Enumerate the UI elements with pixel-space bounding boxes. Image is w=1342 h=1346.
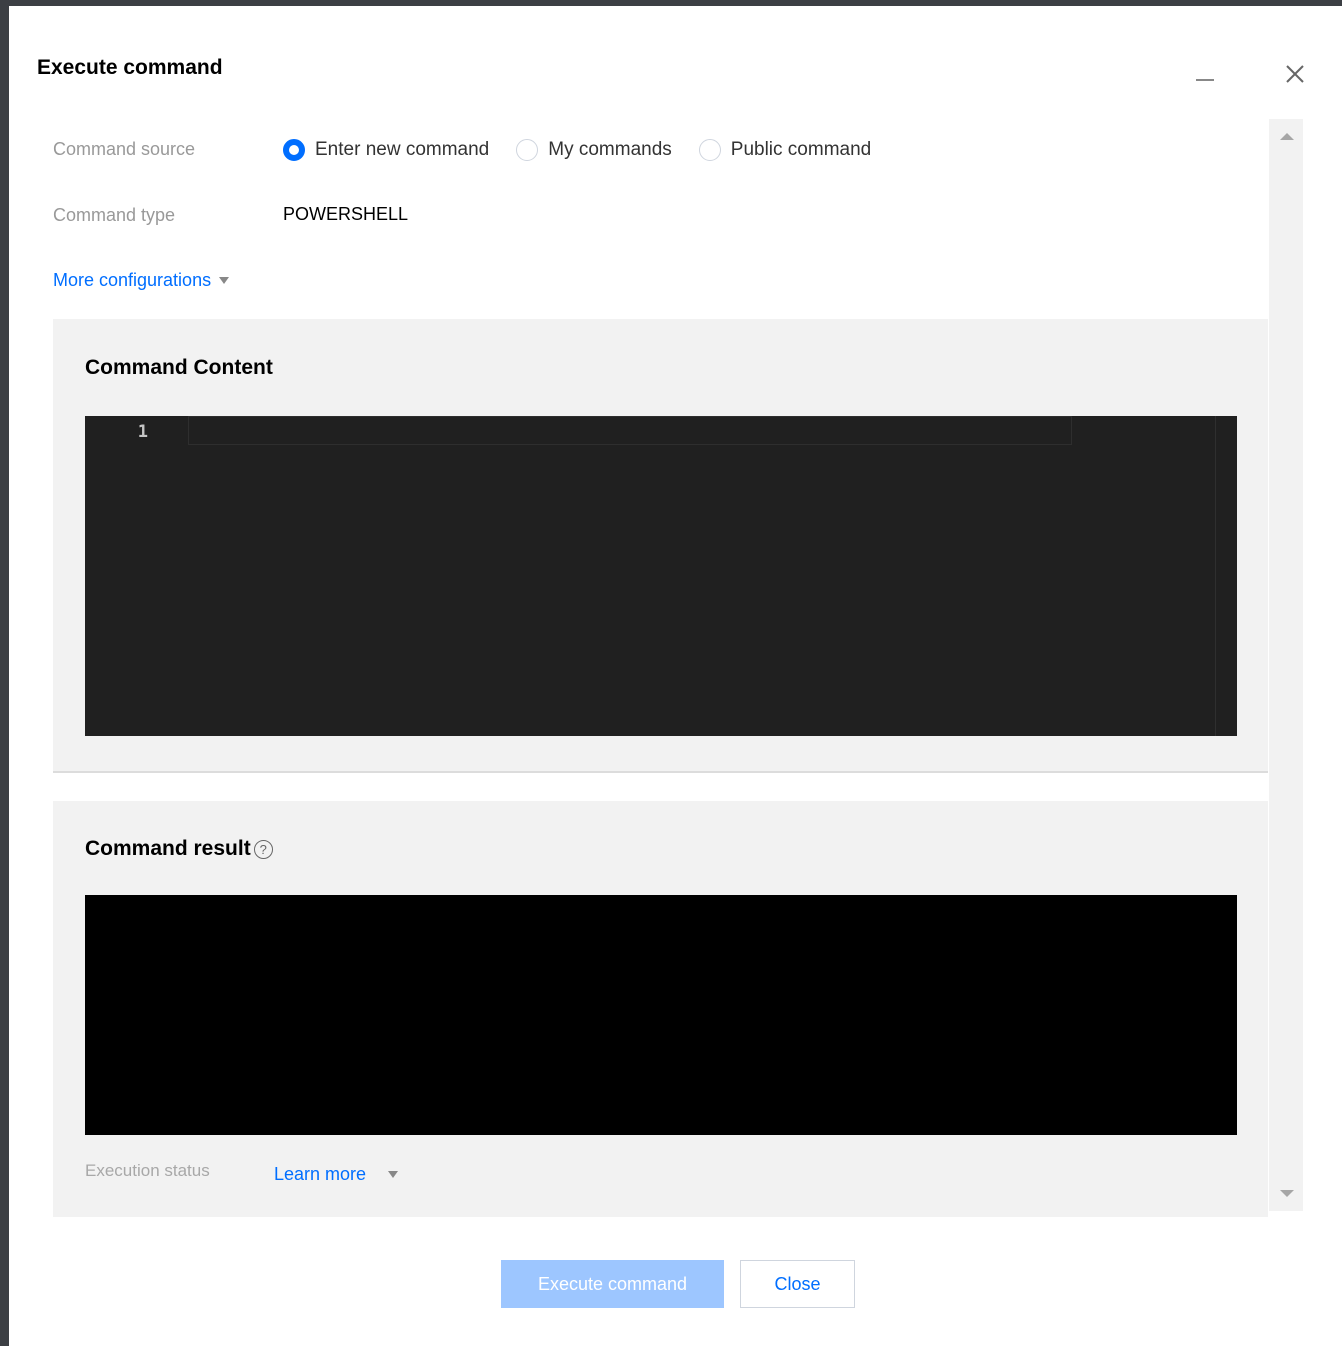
command-type-label: Command type: [53, 205, 176, 225]
more-configurations-link[interactable]: More configurations: [53, 270, 230, 291]
more-configurations-label: More configurations: [53, 270, 212, 290]
execute-command-dialog: Execute command Command source Enter new…: [9, 6, 1342, 1346]
caret-down-icon: [219, 277, 230, 284]
minimize-icon[interactable]: [1195, 66, 1215, 86]
close-icon[interactable]: [1283, 62, 1307, 86]
radio-label: Enter new command: [315, 139, 490, 160]
command-result-label: Command result: [85, 837, 251, 860]
radio-checked-icon[interactable]: [283, 139, 305, 161]
dialog-scrollbar[interactable]: [1269, 119, 1303, 1211]
help-icon[interactable]: ?: [253, 839, 273, 859]
editor-scrollbar[interactable]: [1215, 416, 1216, 736]
dialog-title: Execute command: [37, 56, 223, 79]
window-edge-left: [0, 0, 9, 1346]
learn-more-link[interactable]: Learn more: [274, 1164, 399, 1185]
radio-label: My commands: [548, 139, 672, 160]
radio-unchecked-icon[interactable]: [698, 139, 721, 161]
page: Execute command Command source Enter new…: [0, 0, 1342, 1346]
command-type-value: POWERSHELL: [283, 204, 409, 224]
command-result-output: [85, 895, 1237, 1135]
close-button[interactable]: Close: [740, 1260, 855, 1308]
command-source-label: Command source: [53, 139, 196, 159]
radio-unchecked-icon[interactable]: [516, 139, 539, 161]
line-number: 1: [137, 422, 148, 442]
scroll-down-arrow-icon[interactable]: [1280, 1190, 1294, 1197]
command-result-title: Command result ?: [85, 837, 273, 861]
command-content-title: Command Content: [85, 356, 273, 379]
command-result-section: Command result ? Execution status Learn …: [53, 801, 1268, 1217]
editor-current-line[interactable]: [188, 416, 1072, 445]
radio-enter-new-command[interactable]: Enter new command: [283, 139, 489, 161]
execution-status-label: Execution status: [85, 1161, 210, 1180]
radio-my-commands[interactable]: My commands: [516, 139, 672, 161]
dialog-footer: Execute command Close: [9, 1258, 1342, 1308]
editor-gutter: 1: [85, 416, 188, 736]
command-content-section: Command Content 1: [53, 319, 1268, 773]
dialog-body: Command source Enter new command My comm…: [9, 119, 1304, 1219]
command-editor[interactable]: 1: [85, 416, 1237, 736]
radio-public-command[interactable]: Public command: [698, 139, 872, 161]
scroll-up-arrow-icon[interactable]: [1280, 133, 1294, 140]
execute-command-button[interactable]: Execute command: [501, 1260, 724, 1308]
radio-label: Public command: [730, 139, 872, 160]
learn-more-label: Learn more: [274, 1164, 367, 1184]
command-source-radio-group: Enter new command My commands Public com…: [283, 135, 898, 165]
caret-down-icon: [388, 1171, 399, 1178]
